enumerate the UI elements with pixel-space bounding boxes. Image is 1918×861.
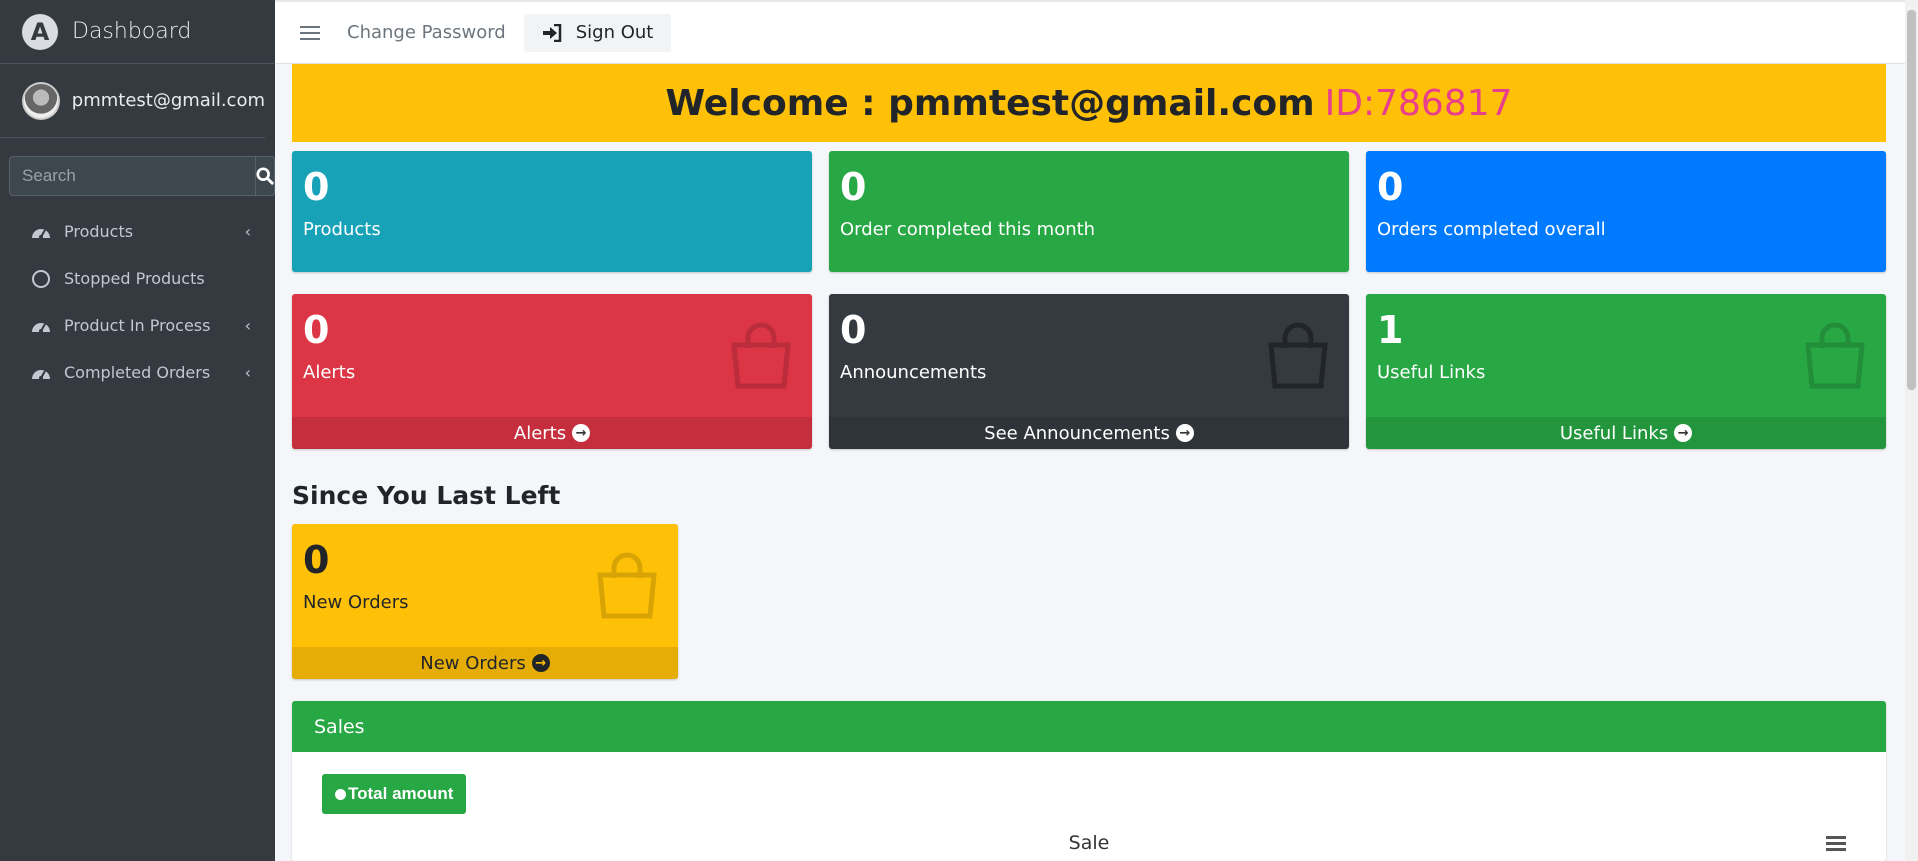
user-panel[interactable]: pmmtest@gmail.com — [0, 64, 265, 138]
box-label: Products — [303, 219, 381, 240]
stats-row-1: 0 Products 0 Order completed this month … — [292, 151, 1886, 272]
sidebar-search — [9, 156, 275, 196]
user-email[interactable]: pmmtest@gmail.com — [72, 90, 265, 111]
shopping-bag-icon — [1268, 322, 1328, 389]
arrow-circle-right-icon: → — [531, 654, 550, 672]
shopping-bag-icon — [731, 322, 791, 389]
sidebar-item-product-in-process[interactable]: Product In Process ‹ — [0, 302, 275, 349]
footer-label: Useful Links — [1559, 422, 1669, 444]
arrow-circle-right-icon: → — [1175, 424, 1194, 442]
tachometer-icon — [30, 364, 52, 382]
sales-card: Sales Total amount Sale — [292, 701, 1886, 861]
box-value: 0 — [1377, 165, 1404, 209]
announcements-box: 0 Announcements See Announcements → — [829, 294, 1349, 449]
box-value: 0 — [840, 165, 867, 209]
box-label: Orders completed overall — [1377, 219, 1606, 240]
alerts-box: 0 Alerts Alerts → — [292, 294, 812, 449]
brand-logo: A — [22, 13, 58, 50]
sign-out-label: Sign Out — [575, 22, 654, 43]
footer-label: Alerts — [513, 422, 567, 444]
chevron-left-icon: ‹ — [244, 222, 251, 241]
arrow-circle-right-icon: → — [1674, 424, 1693, 442]
brand-text: Dashboard — [72, 19, 192, 44]
scrollbar-thumb[interactable] — [1907, 10, 1916, 390]
sidebar-item-label: Completed Orders — [64, 363, 211, 382]
user-id: ID:786817 — [1324, 82, 1513, 124]
new-orders-box: 0 New Orders New Orders → — [292, 524, 678, 679]
alerts-link[interactable]: Alerts → — [292, 417, 812, 449]
chevron-left-icon: ‹ — [244, 316, 251, 335]
sidebar-nav: Products ‹ Stopped Products Product In P… — [0, 208, 275, 396]
see-announcements-link[interactable]: See Announcements → — [829, 417, 1349, 449]
section-title: Since You Last Left — [292, 481, 561, 510]
sales-header: Sales — [292, 701, 1886, 752]
chart-title: Sale — [1068, 832, 1110, 854]
shopping-bag-icon — [597, 552, 657, 619]
change-password-link[interactable]: Change Password — [347, 22, 506, 43]
circle-icon — [30, 269, 52, 288]
total-amount-label: Total amount — [348, 784, 454, 803]
sales-body: Total amount Sale — [292, 752, 1886, 854]
sidebar-item-label: Stopped Products — [64, 269, 205, 288]
shopping-bag-icon — [1805, 322, 1865, 389]
search-icon — [256, 167, 274, 185]
sidebar-item-stopped-products[interactable]: Stopped Products — [0, 255, 275, 302]
dot-icon — [335, 788, 346, 800]
main-content: Welcome : pmmtest@gmail.com ID:786817 0 … — [292, 64, 1886, 861]
sign-out-button[interactable]: Sign Out — [523, 13, 672, 52]
tachometer-icon — [30, 223, 52, 241]
useful-links-box: 1 Useful Links Useful Links → — [1366, 294, 1886, 449]
total-amount-button[interactable]: Total amount — [322, 774, 467, 814]
hamburger-icon[interactable] — [300, 23, 320, 43]
chevron-left-icon: ‹ — [244, 363, 251, 382]
sidebar: A Dashboard pmmtest@gmail.com Products ‹… — [0, 0, 275, 861]
sign-in-icon — [542, 23, 561, 42]
sidebar-item-label: Products — [64, 222, 134, 241]
box-label: Order completed this month — [840, 219, 1096, 240]
arrow-circle-right-icon: → — [572, 424, 591, 442]
welcome-banner: Welcome : pmmtest@gmail.com ID:786817 — [292, 64, 1886, 142]
welcome-text: Welcome : pmmtest@gmail.com — [665, 82, 1315, 124]
useful-links-link[interactable]: Useful Links → — [1366, 417, 1886, 449]
brand-link[interactable]: A Dashboard — [0, 0, 275, 64]
footer-label: See Announcements — [984, 422, 1170, 444]
sidebar-item-products[interactable]: Products ‹ — [0, 208, 275, 255]
chart-menu-icon[interactable] — [1826, 836, 1846, 851]
new-orders-link[interactable]: New Orders → — [292, 647, 678, 679]
box-value: 0 — [303, 165, 330, 209]
orders-this-month-box: 0 Order completed this month — [829, 151, 1349, 272]
footer-label: New Orders — [420, 652, 526, 674]
avatar — [22, 81, 60, 120]
stats-row-2: 0 Alerts Alerts → 0 Announcements See An… — [292, 294, 1886, 449]
search-input[interactable] — [9, 156, 255, 196]
top-navbar: Change Password Sign Out — [275, 0, 1918, 64]
search-button[interactable] — [255, 156, 275, 196]
sidebar-item-completed-orders[interactable]: Completed Orders ‹ — [0, 349, 275, 396]
scrollbar[interactable] — [1905, 0, 1918, 861]
sidebar-item-label: Product In Process — [64, 316, 211, 335]
orders-overall-box: 0 Orders completed overall — [1366, 151, 1886, 272]
tachometer-icon — [30, 317, 52, 335]
products-box: 0 Products — [292, 151, 812, 272]
